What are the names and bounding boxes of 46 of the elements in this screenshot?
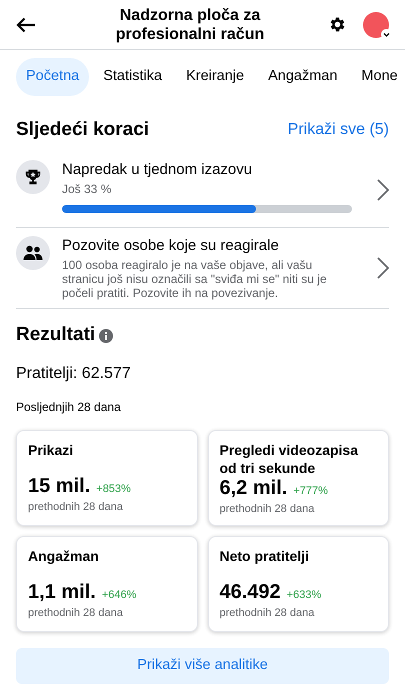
metric-period: prethodnih 28 dana (220, 502, 316, 518)
period-label: Posljednjih 28 dana (16, 398, 122, 416)
tab[interactable]: Statistika (93, 58, 172, 96)
metric-title: Neto pratitelji (220, 546, 310, 565)
metric-value: 6,2 mil. (220, 476, 288, 499)
metric-card[interactable]: Pregledi videozapisa od tri sekunde 6,2 mil. +777% prethodnih 28 dana (208, 430, 389, 526)
section-title: Sljedeći koraci (16, 118, 150, 142)
metric-value: 15 mil. (28, 474, 90, 497)
chevron-right-icon (377, 257, 389, 280)
metric-change: +633% (286, 588, 322, 603)
metric-card[interactable]: Prikazi 15 mil. +853% prethodnih 28 dana (16, 430, 198, 526)
trophy-icon (24, 168, 42, 186)
step-title: Napredak u tjednom izazovu (62, 160, 254, 180)
step-title: Pozovite osobe koje su reagirale (62, 236, 280, 256)
page-title: Nadzorna ploča za profesionalni račun (114, 6, 266, 44)
info-icon[interactable] (99, 328, 114, 342)
step-subtitle: 100 osoba reagiralo je na vaše objave, ali vašu stranicu još nisu označili sa "sviđa mi se" niti su je počeli pratiti. Pozovite ih na povezivanje. (62, 258, 328, 300)
next-step-item[interactable]: Napredak u tjednom izazovu Još 33 % (16, 152, 389, 228)
metric-title: Angažman (28, 546, 100, 565)
see-all-link[interactable]: Prikaži sve (5) (288, 118, 389, 142)
chevron-right-icon (377, 178, 389, 201)
back-arrow-icon[interactable] (16, 16, 36, 32)
followers-count: Pratitelji: 62.577 (16, 364, 132, 384)
metric-card[interactable]: Neto pratitelji 46.492 +633% prethodnih 28 dana (208, 536, 389, 632)
metric-change: +777% (293, 484, 328, 499)
next-step-item[interactable]: Pozovite osobe koje su reagirale 100 osoba reagiralo je na vaše objave, ali vašu stranicu još nisu označili sa "sviđa mi se" niti su je počeli pratiti. Pozovite ih na povezivanje. (16, 228, 389, 308)
metric-value: 46.492 (220, 580, 281, 603)
step-subtitle: Još 33 % (62, 182, 112, 196)
metric-value: 1,1 mil. (28, 580, 96, 603)
metric-period: prethodnih 28 dana (28, 606, 124, 622)
tab[interactable]: Mone (351, 58, 405, 96)
metric-period: prethodnih 28 dana (28, 500, 124, 516)
tab[interactable]: Angažman (258, 58, 348, 96)
more-analytics-button[interactable]: Prikaži više analitike (16, 648, 389, 684)
profile-avatar[interactable] (363, 12, 389, 38)
section-title: Rezultati (16, 323, 96, 348)
metric-period: prethodnih 28 dana (220, 606, 316, 622)
metric-title: Pregledi videozapisa od tri sekunde (220, 440, 360, 477)
settings-icon[interactable] (328, 15, 347, 34)
metric-card[interactable]: Angažman 1,1 mil. +646% prethodnih 28 dana (16, 536, 198, 632)
metric-change: +646% (102, 588, 136, 603)
tab[interactable]: Početna (16, 58, 90, 96)
metric-title: Prikazi (28, 440, 74, 459)
tab[interactable]: Kreiranje (176, 58, 254, 96)
metric-change: +853% (96, 482, 131, 497)
people-icon (23, 244, 43, 262)
